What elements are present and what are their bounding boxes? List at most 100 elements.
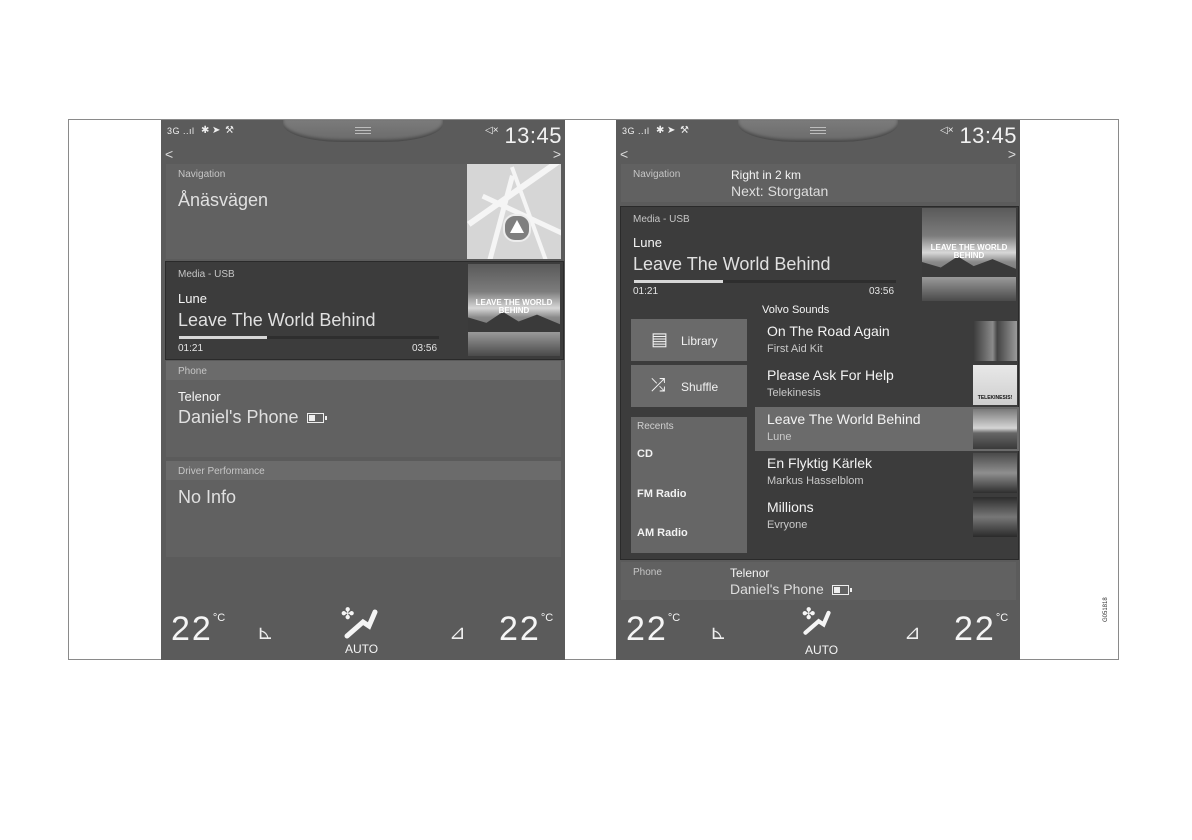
phone-device-name: Daniel's Phone: [178, 407, 299, 427]
track-list-item[interactable]: Please Ask For Help Telekinesis TELEKINE…: [755, 363, 1019, 407]
library-button-label: Library: [681, 334, 718, 348]
track-artist: Telekinesis: [767, 387, 821, 399]
driver-performance-tile[interactable]: Driver Performance No Info: [166, 461, 561, 557]
airflow-icon[interactable]: [802, 608, 832, 636]
home-screen-media-expanded: 3G ..ıl ✱ ➤ ⚒ ◁× 13:45 < > Navigation Ri…: [616, 120, 1020, 660]
recents-panel: Recents CD FM Radio AM Radio: [631, 417, 747, 553]
right-seat-heat-icon[interactable]: ⊿: [904, 620, 921, 645]
phone-device-row: Daniel's Phone: [178, 407, 327, 428]
driver-performance-value: No Info: [178, 487, 237, 507]
top-view-handle[interactable]: [738, 120, 898, 142]
left-temperature[interactable]: 22°C: [171, 610, 225, 649]
climate-auto-label[interactable]: AUTO: [805, 643, 838, 657]
status-bar: 3G ..ıl ✱ ➤ ⚒ ◁× 13:45: [616, 120, 1020, 150]
track-title: Leave The World Behind: [767, 411, 921, 427]
track-title: On The Road Again: [767, 323, 890, 339]
top-view-handle[interactable]: [283, 120, 443, 142]
track-artist: First Aid Kit: [767, 343, 823, 355]
navigation-tile-label: Navigation: [178, 169, 226, 180]
shuffle-button[interactable]: ⤮ Shuffle: [631, 365, 747, 407]
track-title: Millions: [767, 499, 814, 515]
phone-carrier: Telenor: [178, 389, 221, 404]
navigation-tile[interactable]: Navigation Right in 2 km Next: Storgatan: [621, 164, 1016, 202]
status-bar: 3G ..ıl ✱ ➤ ⚒ ◁× 13:45: [161, 120, 565, 150]
media-artist: Lune: [178, 291, 207, 306]
navigation-instruction: Right in 2 km: [731, 168, 802, 182]
bluetooth-icon: ✱: [201, 125, 210, 136]
location-icon: ➤: [667, 125, 676, 136]
media-track-title: Leave The World Behind: [178, 310, 376, 330]
track-thumbnail: [973, 453, 1017, 493]
left-seat-heat-icon[interactable]: ⊾: [257, 620, 274, 645]
right-seat-heat-icon[interactable]: ⊿: [449, 620, 466, 645]
album-art: LEAVE THE WORLD BEHIND: [922, 208, 1016, 301]
navigation-street: Ånäsvägen: [178, 190, 269, 210]
driver-performance-label: Driver Performance: [178, 466, 265, 477]
media-source-label: Media - USB: [178, 269, 235, 280]
phone-tile[interactable]: Phone Telenor Daniel's Phone: [621, 562, 1016, 600]
right-temperature[interactable]: 22°C: [954, 610, 1008, 649]
track-list-item[interactable]: On The Road Again First Aid Kit: [755, 319, 1019, 363]
climate-auto-label[interactable]: AUTO: [345, 642, 378, 656]
navigation-next-street: Next: Storgatan: [731, 183, 829, 199]
left-temperature[interactable]: 22°C: [626, 610, 680, 649]
media-progress-bar[interactable]: [634, 280, 896, 283]
antenna-icon: ⚒: [680, 125, 689, 136]
airflow-icon[interactable]: [343, 606, 379, 640]
track-title: En Flyktig Kärlek: [767, 455, 873, 471]
left-seat-heat-icon[interactable]: ⊾: [710, 620, 727, 645]
next-view-chevron-icon[interactable]: >: [553, 146, 561, 162]
track-list-item-selected[interactable]: Leave The World Behind Lune: [755, 407, 1019, 451]
previous-view-chevron-icon[interactable]: <: [165, 146, 173, 162]
mute-icon: ◁×: [940, 125, 954, 136]
track-thumbnail: TELEKINESIS!: [973, 365, 1017, 405]
track-thumbnail: [973, 497, 1017, 537]
figure-id: G051818: [1103, 597, 1109, 622]
library-button[interactable]: ▤ Library: [631, 319, 747, 361]
track-artist: Lune: [767, 431, 792, 443]
track-thumbnail: [973, 409, 1017, 449]
climate-bar: 22°C ⊾ ✤ AUTO ⊿ 22°C: [616, 600, 1020, 660]
media-source-name: Volvo Sounds: [762, 304, 830, 316]
climate-bar: 22°C ⊾ ✤ AUTO ⊿ 22°C: [161, 600, 565, 660]
album-art-title: LEAVE THE WORLD BEHIND: [930, 243, 1008, 260]
navigation-tile-label: Navigation: [633, 169, 681, 180]
navigation-tile[interactable]: Navigation Ånäsvägen: [166, 164, 561, 259]
library-icon: ▤: [651, 329, 669, 349]
recent-item-fm-radio[interactable]: FM Radio: [637, 488, 687, 500]
track-artist: Markus Hasselblom: [767, 475, 864, 487]
phone-device-row: Daniel's Phone: [730, 581, 852, 597]
location-icon: ➤: [212, 125, 221, 136]
media-duration: 03:56: [412, 343, 438, 354]
recent-item-cd[interactable]: CD: [637, 448, 653, 460]
bluetooth-icon: ✱: [656, 125, 665, 136]
track-list-item[interactable]: En Flyktig Kärlek Markus Hasselblom: [755, 451, 1019, 495]
shuffle-icon: ⤮: [651, 375, 666, 395]
battery-icon: [306, 413, 327, 424]
signal-indicator: 3G ..ıl: [622, 126, 650, 136]
navigation-map[interactable]: [467, 164, 561, 259]
vehicle-position-icon: [503, 214, 531, 242]
track-thumbnail: [973, 321, 1017, 361]
right-temperature[interactable]: 22°C: [499, 610, 553, 649]
track-artist: Evryone: [767, 519, 808, 531]
media-source-label: Media - USB: [633, 214, 690, 225]
mute-icon: ◁×: [485, 125, 499, 136]
shuffle-button-label: Shuffle: [681, 380, 719, 394]
antenna-icon: ⚒: [225, 125, 234, 136]
media-artist: Lune: [633, 235, 662, 250]
phone-carrier: Telenor: [730, 566, 770, 580]
media-progress-bar[interactable]: [179, 336, 439, 339]
media-tile[interactable]: Media - USB Lune Leave The World Behind …: [165, 261, 564, 360]
home-screen-default: 3G ..ıl ✱ ➤ ⚒ ◁× 13:45 < > Navigation Ån…: [161, 120, 565, 660]
phone-tile[interactable]: Phone Telenor Daniel's Phone: [166, 361, 561, 457]
next-view-chevron-icon[interactable]: >: [1008, 146, 1016, 162]
recent-item-am-radio[interactable]: AM Radio: [637, 527, 688, 539]
track-list-item[interactable]: Millions Evryone: [755, 495, 1019, 539]
media-tile-expanded[interactable]: Media - USB Lune Leave The World Behind …: [620, 206, 1019, 560]
album-art: LEAVE THE WORLD BEHIND: [468, 264, 560, 356]
media-duration: 03:56: [869, 286, 895, 297]
album-art-title: LEAVE THE WORLD BEHIND: [475, 298, 553, 315]
phone-device-name: Daniel's Phone: [730, 581, 824, 597]
previous-view-chevron-icon[interactable]: <: [620, 146, 628, 162]
